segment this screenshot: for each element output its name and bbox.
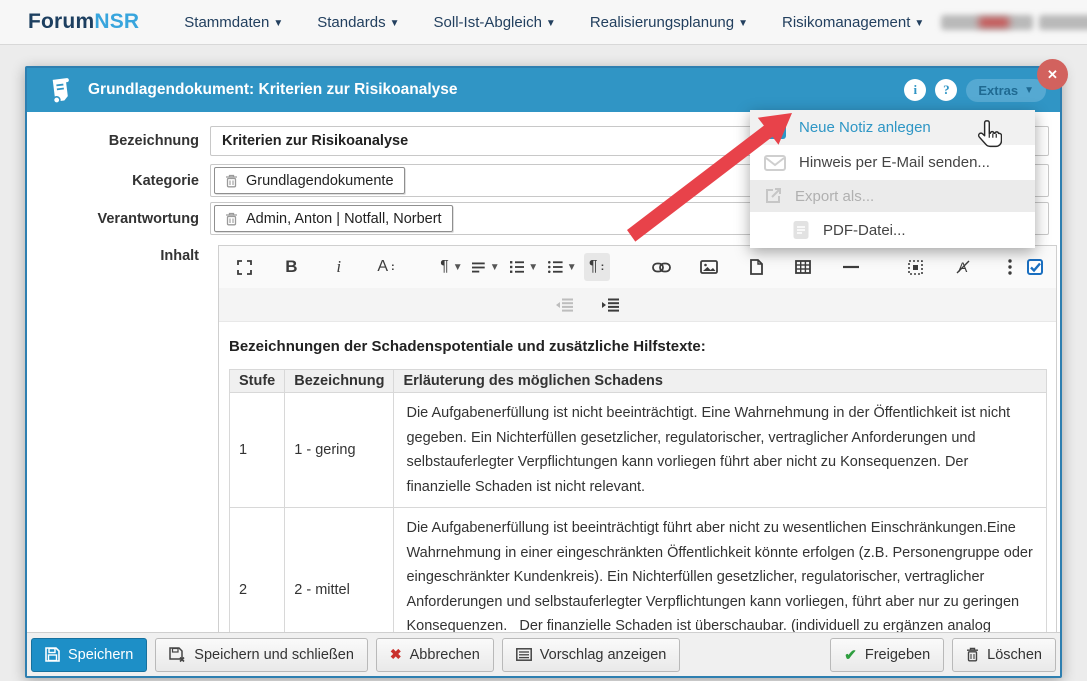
close-icon: ✕ [1047,67,1058,83]
logo-part-nsr: NSR [94,10,139,33]
image-icon[interactable] [696,253,722,281]
table-header-row: Stufe Bezeichnung Erläuterung des möglic… [230,370,1047,393]
pdf-file-icon [792,220,810,240]
extras-dropdown-button[interactable]: Extras▼ [966,79,1046,102]
col-header-erlaeuterung: Erläuterung des möglichen Schadens [394,370,1047,393]
ordered-list-icon[interactable]: ▼ [507,253,541,281]
help-icon: ? [943,82,950,98]
inhalt-label: Inhalt [27,248,210,264]
embed-block-icon[interactable] [902,253,928,281]
indent-icon[interactable] [597,291,623,319]
dialog-header: Grundlagendokument: Kriterien zur Risiko… [27,68,1060,112]
user-menu[interactable]: (ADMINISTRATOR) ▼ [941,15,1087,30]
table-icon[interactable] [790,253,816,281]
cell-stufe: 1 [230,393,285,508]
cell-erlaeuterung: Die Aufgabenerfüllung ist beeinträchtigt… [394,508,1047,637]
unordered-list-icon[interactable]: ▼ [545,253,579,281]
app-logo[interactable]: ForumNSR [28,10,139,34]
chevron-down-icon: ▼ [914,18,924,29]
logo-part-forum: Forum [28,10,94,33]
trash-icon [966,647,979,662]
verantwortung-chip[interactable]: Admin, Anton | Notfall, Norbert [214,205,453,232]
table-row: 1 1 - gering Die Aufgabenerfüllung ist n… [230,393,1047,508]
chevron-down-icon: ▼ [390,18,400,29]
export-icon [764,187,782,205]
file-icon[interactable] [743,253,769,281]
note-icon [764,117,786,139]
schadenspotentiale-table: Stufe Bezeichnung Erläuterung des möglic… [229,369,1047,636]
cancel-button[interactable]: ✖ Abbrechen [376,638,494,672]
chevron-down-icon: ▼ [546,18,556,29]
suggestion-list-icon [516,648,532,661]
menu-item-neue-notiz[interactable]: Neue Notiz anlegen [750,110,1035,145]
cancel-x-icon: ✖ [390,646,402,663]
top-navigation: ForumNSR Stammdaten▼ Standards▼ Soll-Ist… [0,0,1087,45]
show-paragraph-marks-icon[interactable]: ¶: [584,253,610,281]
check-icon: ✔ [844,646,857,664]
font-options-icon[interactable]: A: [373,253,399,281]
clear-formatting-icon[interactable]: A [950,253,976,281]
user-name-redacted [979,18,1009,27]
chevron-down-icon: ▼ [1024,85,1034,96]
nav-item-realisierungsplanung[interactable]: Realisierungsplanung▼ [590,14,748,31]
user-name-redacted [1039,15,1087,30]
link-icon[interactable] [648,253,674,281]
chevron-down-icon: ▼ [738,18,748,29]
rich-text-editor: B i A: ¶▼ ▼ ▼ ▼ ¶: [218,245,1057,636]
editor-toolbar: B i A: ¶▼ ▼ ▼ ▼ ¶: [219,246,1056,288]
delete-button[interactable]: Löschen [952,638,1056,672]
trash-icon[interactable] [225,174,238,188]
save-and-close-button[interactable]: Speichern und schließen [155,638,368,672]
cell-bezeichnung: 2 - mittel [285,508,394,637]
content-heading: Bezeichnungen der Schadenspotentiale und… [229,338,1046,355]
more-options-icon[interactable] [997,253,1023,281]
col-header-bezeichnung: Bezeichnung [285,370,394,393]
save-close-icon [169,647,186,663]
nav-item-soll-ist-abgleich[interactable]: Soll-Ist-Abgleich▼ [434,14,556,31]
col-header-stufe: Stufe [230,370,285,393]
nav-item-standards[interactable]: Standards▼ [317,14,399,31]
bold-icon[interactable]: B [278,253,304,281]
align-icon[interactable]: ▼ [469,253,503,281]
paragraph-format-icon[interactable]: ¶▼ [438,253,465,281]
kategorie-chip[interactable]: Grundlagendokumente [214,167,405,194]
save-icon [45,647,60,662]
save-button[interactable]: Speichern [31,638,147,672]
editor-toolbar-row2 [219,288,1056,322]
cell-erlaeuterung: Die Aufgabenerfüllung ist nicht beeinträ… [394,393,1047,508]
dialog-footer: Speichern Speichern und schließen ✖ Abbr… [27,632,1060,676]
nav-item-stammdaten[interactable]: Stammdaten▼ [184,14,283,31]
menu-item-hinweis-email[interactable]: Hinweis per E-Mail senden... [750,145,1035,180]
help-button[interactable]: ? [935,79,957,101]
info-icon: i [914,82,918,98]
show-suggestion-button[interactable]: Vorschlag anzeigen [502,638,681,672]
editor-checkbox-checked[interactable] [1027,259,1044,276]
cell-stufe: 2 [230,508,285,637]
close-dialog-button[interactable]: ✕ [1037,59,1068,90]
outdent-icon[interactable] [551,291,577,319]
info-button[interactable]: i [904,79,926,101]
editor-content[interactable]: Bezeichnungen der Schadenspotentiale und… [219,322,1056,636]
verantwortung-label: Verantwortung [27,211,210,227]
horizontal-rule-icon[interactable] [838,253,864,281]
scroll-document-icon [47,76,74,104]
kategorie-chip-label: Grundlagendokumente [246,173,394,189]
bezeichnung-label: Bezeichnung [27,133,210,149]
extras-context-menu: Neue Notiz anlegen Hinweis per E-Mail se… [750,110,1035,248]
fullscreen-icon[interactable] [231,253,257,281]
trash-icon[interactable] [225,212,238,226]
release-button[interactable]: ✔ Freigeben [830,638,944,672]
chevron-down-icon: ▼ [273,18,283,29]
table-row: 2 2 - mittel Die Aufgabenerfüllung ist b… [230,508,1047,637]
kategorie-label: Kategorie [27,173,210,189]
verantwortung-chip-label: Admin, Anton | Notfall, Norbert [246,211,442,227]
italic-icon[interactable]: i [326,253,352,281]
bezeichnung-value: Kriterien zur Risikoanalyse [222,133,408,149]
nav-item-risikomanagement[interactable]: Risikomanagement▼ [782,14,924,31]
menu-item-pdf-datei[interactable]: PDF-Datei... [750,212,1035,248]
menu-item-export-als[interactable]: Export als... [750,180,1035,212]
dialog-title: Grundlagendokument: Kriterien zur Risiko… [88,81,458,99]
cell-bezeichnung: 1 - gering [285,393,394,508]
envelope-icon [764,155,786,171]
